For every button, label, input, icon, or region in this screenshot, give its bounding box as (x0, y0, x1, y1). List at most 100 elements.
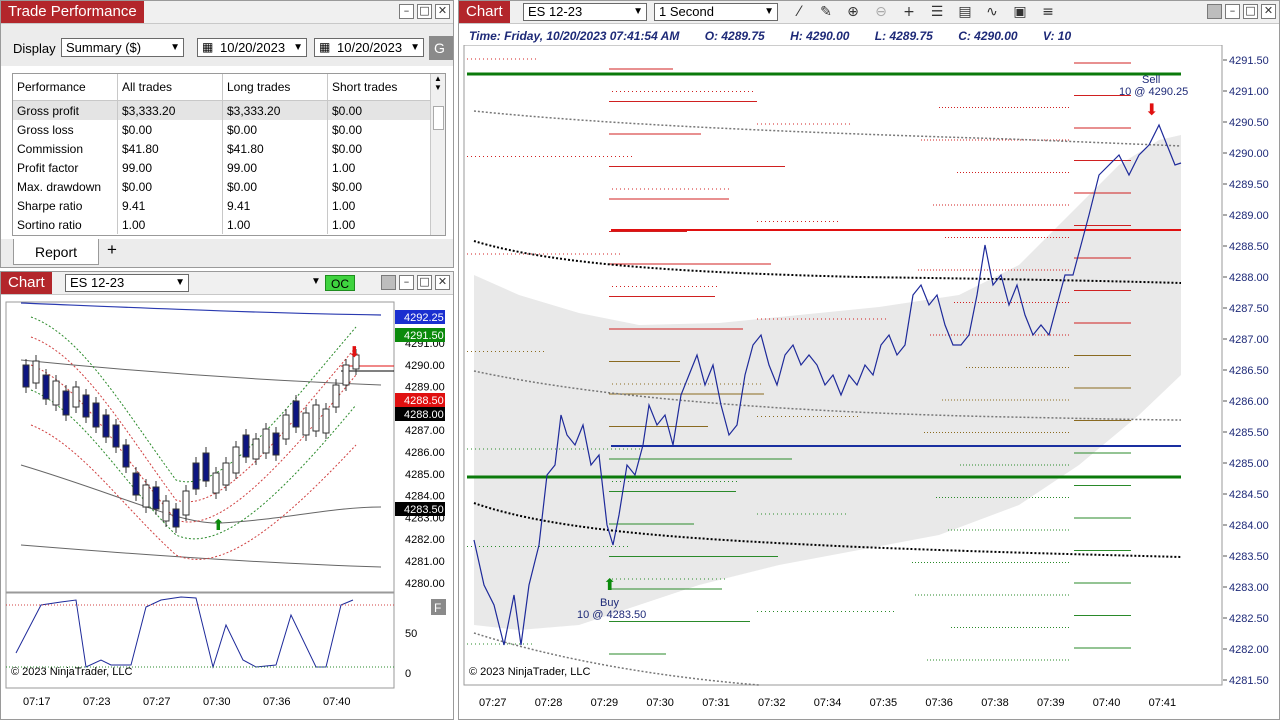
table-row[interactable]: Sortino ratio 1.00 1.00 1.00 (13, 215, 431, 234)
price-badge-label: 4288.00 (404, 409, 444, 421)
main-instrument-select[interactable]: ES 12-23 ▼ (523, 3, 647, 21)
buy-arrow-icon: ⬆ (603, 575, 616, 594)
strategy-icon[interactable]: ▤ (955, 3, 975, 21)
maximize-icon[interactable]: □ (1243, 4, 1258, 19)
gray-box-icon[interactable] (1207, 4, 1222, 19)
table-row[interactable]: Max. drawdown $0.00 $0.00 $0.00 (13, 177, 431, 196)
main-chart-titlebar[interactable]: Chart ES 12-23 ▼ 1 Second ▼ ⁄ ✎ ⊕ ⊖ + ☰ ▤ … (459, 1, 1279, 24)
date-to-picker[interactable]: ▦ 10/20/2023 ▼ (314, 38, 424, 57)
candle-body (92, 402, 100, 428)
properties-icon[interactable]: ☰ (927, 3, 947, 21)
maximize-icon[interactable]: □ (417, 275, 432, 290)
main-time-axis: 07:27 07:28 07:29 07:30 07:31 07:32 07:34 07:35… (479, 697, 1176, 709)
small-chart-window: Chart ES 12-23 ▼ ▼ OC – □ ✕ ⬆ ⬇ 4291.00 42… (0, 271, 454, 720)
perf-scrollbar[interactable]: ▲ ▼ (430, 74, 445, 235)
close-icon[interactable]: ✕ (435, 4, 450, 19)
table-row[interactable]: Commission $41.80 $41.80 $0.00 (13, 139, 431, 158)
price-tick-label: 4282.00 (405, 534, 445, 546)
minimize-icon[interactable]: – (399, 275, 414, 290)
interval-select[interactable]: 1 Second ▼ (654, 3, 778, 21)
perf-col-header[interactable]: Long trades (222, 74, 328, 101)
minimize-icon[interactable]: – (1225, 4, 1240, 19)
scroll-up-icon[interactable]: ▲ (431, 74, 445, 83)
perf-col-header[interactable]: Performance (13, 74, 118, 101)
small-chart-canvas[interactable]: ⬆ ⬇ 4291.004290.004289.004288.004287.004… (1, 295, 453, 720)
candle-body (22, 364, 30, 388)
time-tick-label: 07:28 (535, 697, 563, 709)
price-tick-label: 4281.50 (1229, 675, 1269, 687)
main-price-axis: 4291.50 4291.00 4290.50 4290.00 4289.50 4289.… (1223, 55, 1269, 687)
table-cell: $3,333.20 (222, 100, 328, 120)
table-cell: 1.00 (327, 158, 431, 177)
gray-box-icon[interactable] (381, 275, 396, 290)
table-cell: Sortino ratio (13, 215, 118, 234)
price-tick-label: 4283.50 (1229, 551, 1269, 563)
small-instrument-select[interactable]: ES 12-23 ▼ (65, 274, 189, 292)
table-row[interactable]: Profit factor 99.00 99.00 1.00 (13, 158, 431, 177)
maximize-icon[interactable]: □ (417, 4, 432, 19)
crosshair-icon[interactable]: + (899, 3, 919, 21)
calendar-icon: ▦ (202, 40, 214, 54)
time-tick-label: 07:39 (1037, 697, 1065, 709)
chevron-down-icon[interactable]: ▼ (311, 276, 321, 287)
scroll-down-icon[interactable]: ▼ (431, 83, 445, 92)
perf-col-header[interactable]: All trades (117, 74, 223, 101)
perf-table-frame: Performance All trades Long trades Short… (12, 73, 446, 236)
price-tick-label: 4286.00 (1229, 396, 1269, 408)
time-tick-label: 07:29 (591, 697, 619, 709)
zoom-in-icon[interactable]: ⊕ (843, 3, 863, 21)
date-from-picker[interactable]: ▦ 10/20/2023 ▼ (197, 38, 307, 57)
list-icon[interactable]: ≡ (1038, 3, 1058, 21)
chevron-down-icon: ▼ (764, 6, 774, 17)
go-button[interactable]: G (429, 36, 453, 60)
table-row[interactable]: Sharpe ratio 9.41 9.41 1.00 (13, 196, 431, 215)
small-instrument-value: ES 12-23 (70, 275, 125, 290)
close-icon[interactable]: ✕ (435, 275, 450, 290)
small-osc-axis: 50 0 (405, 628, 417, 680)
sell-arrow-icon: ⬇ (1145, 100, 1158, 119)
calendar-icon: ▦ (319, 40, 331, 54)
candle-body (262, 428, 270, 454)
candle-body (192, 462, 200, 490)
candle-body (172, 508, 180, 528)
table-cell: 99.00 (117, 158, 223, 177)
indicator-icon[interactable]: ∿ (982, 3, 1002, 21)
oc-button[interactable]: OC (325, 275, 355, 291)
sell-arrow-icon: ⬇ (348, 343, 361, 361)
main-chart-title: Chart (459, 1, 510, 23)
tab-report[interactable]: Report (13, 239, 99, 265)
table-row[interactable]: Gross loss $0.00 $0.00 $0.00 (13, 120, 431, 139)
zoom-out-icon[interactable]: ⊖ (871, 3, 891, 21)
minimize-icon[interactable]: – (399, 4, 414, 19)
small-chart-title: Chart (1, 272, 52, 294)
template-icon[interactable]: ▣ (1010, 3, 1030, 21)
candle-body (202, 452, 210, 482)
price-tick-label: 4284.00 (405, 491, 445, 503)
candle-body (242, 434, 250, 458)
line-tool-icon[interactable]: ⁄ (789, 3, 809, 21)
candle-body (122, 444, 130, 468)
price-tick-label: 4290.00 (405, 360, 445, 372)
table-cell: $0.00 (222, 177, 328, 196)
small-chart-titlebar[interactable]: Chart ES 12-23 ▼ ▼ OC – □ ✕ (1, 272, 453, 295)
candle-body (42, 374, 50, 400)
add-tab-button[interactable]: + (101, 239, 123, 261)
table-cell: 1.00 (117, 215, 223, 234)
table-cell: $0.00 (117, 177, 223, 196)
candle-body (32, 360, 40, 384)
main-copyright: © 2023 NinjaTrader, LLC (469, 666, 590, 678)
price-tick-label: 4281.00 (405, 556, 445, 568)
table-row[interactable]: Gross profit $3,333.20 $3,333.20 $0.00 (13, 100, 431, 120)
scroll-thumb[interactable] (433, 106, 444, 130)
pencil-icon[interactable]: ✎ (816, 3, 836, 21)
time-tick-label: 07:30 (646, 697, 674, 709)
candle-body (82, 394, 90, 418)
main-chart-canvas[interactable]: Sell 10 @ 4290.25 ⬇ ⬆ Buy 10 @ 4283.50 ©… (459, 45, 1279, 720)
candle-body (232, 446, 240, 474)
perf-col-header[interactable]: Short trades (327, 74, 431, 101)
display-select[interactable]: Summary ($) ▼ (61, 38, 184, 57)
table-cell: $0.00 (327, 100, 431, 120)
price-tick-label: 4289.50 (1229, 179, 1269, 191)
close-icon[interactable]: ✕ (1261, 4, 1276, 19)
trade-performance-titlebar[interactable]: Trade Performance – □ ✕ (1, 1, 453, 24)
